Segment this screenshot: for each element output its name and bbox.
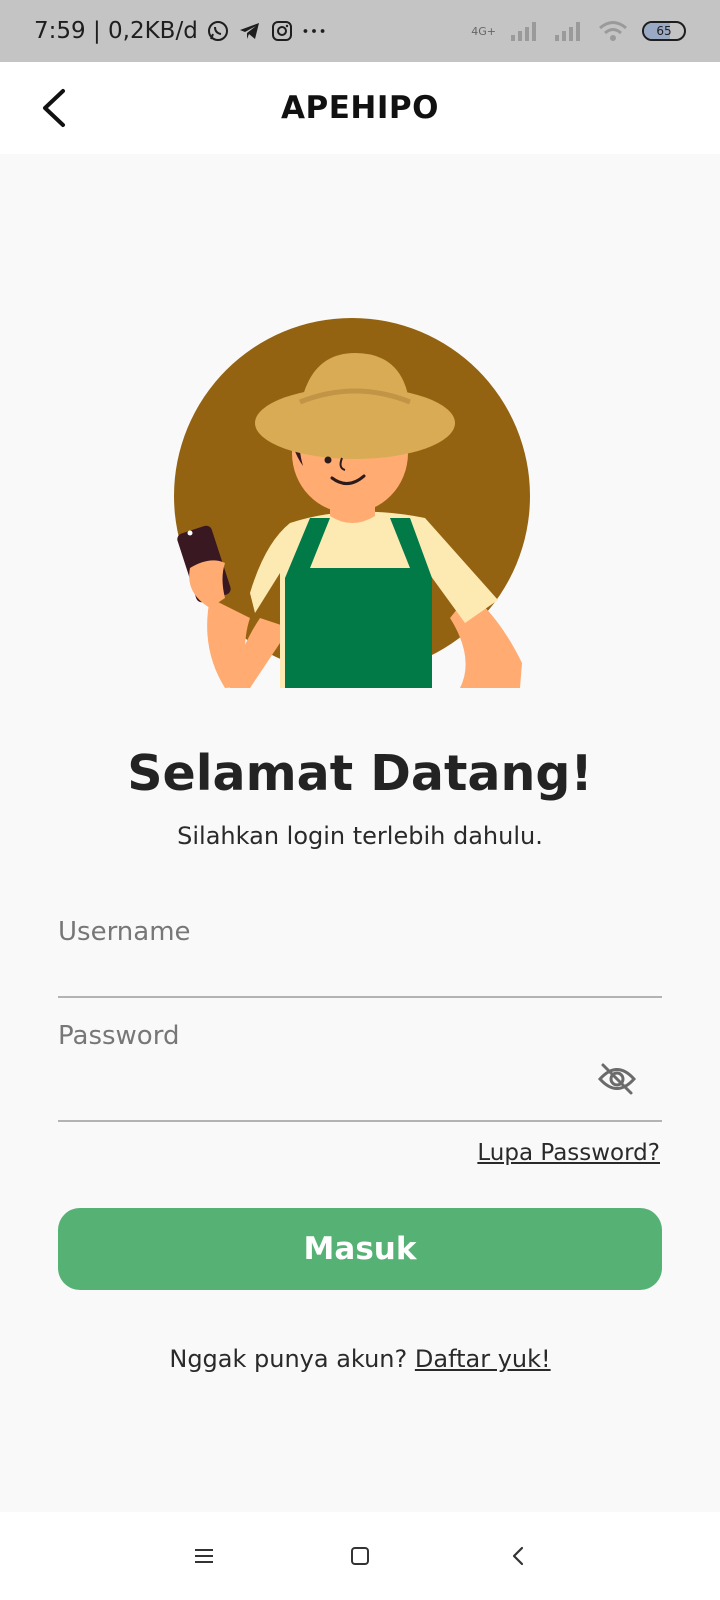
battery-level: 65 bbox=[656, 24, 672, 38]
more-icon bbox=[302, 19, 326, 43]
status-bar: 7:59 | 0,2KB/d 4G+ 65 bbox=[0, 0, 720, 62]
register-link[interactable]: Daftar yuk! bbox=[415, 1345, 551, 1373]
username-field-container bbox=[58, 912, 662, 998]
welcome-subtitle: Silahkan login terlebih dahulu. bbox=[177, 822, 543, 850]
nav-menu-button[interactable] bbox=[184, 1536, 224, 1576]
wifi-icon bbox=[599, 21, 627, 41]
forgot-password-link[interactable]: Lupa Password? bbox=[477, 1140, 660, 1166]
instagram-icon bbox=[270, 19, 294, 43]
app-header: APEHIPO bbox=[0, 62, 720, 154]
username-input[interactable] bbox=[58, 912, 662, 952]
welcome-title: Selamat Datang! bbox=[127, 745, 593, 802]
back-arrow-icon bbox=[43, 89, 65, 127]
signal-2-icon bbox=[555, 22, 580, 41]
network-type: 4G+ bbox=[471, 24, 496, 38]
status-left: 7:59 | 0,2KB/d bbox=[34, 18, 326, 44]
telegram-icon bbox=[238, 19, 262, 43]
farmer-illustration bbox=[170, 318, 550, 702]
home-icon bbox=[351, 1547, 369, 1565]
password-field-container bbox=[58, 1016, 662, 1122]
system-nav-bar bbox=[0, 1512, 720, 1600]
whatsapp-icon bbox=[206, 19, 230, 43]
register-prompt: Nggak punya akun? bbox=[169, 1345, 415, 1373]
back-icon bbox=[512, 1546, 524, 1566]
login-button[interactable]: Masuk bbox=[58, 1208, 662, 1290]
password-visibility-toggle[interactable] bbox=[596, 1058, 638, 1100]
nav-home-button[interactable] bbox=[340, 1536, 380, 1576]
status-time: 7:59 | 0,2KB/d bbox=[34, 18, 198, 44]
menu-icon bbox=[195, 1549, 213, 1563]
battery-indicator: 65 bbox=[642, 21, 686, 41]
eye-off-icon bbox=[597, 1063, 637, 1095]
nav-back-button[interactable] bbox=[498, 1536, 538, 1576]
signal-icon bbox=[511, 22, 536, 41]
status-right: 4G+ 65 bbox=[471, 20, 686, 42]
app-title: APEHIPO bbox=[281, 90, 439, 126]
register-row: Nggak punya akun? Daftar yuk! bbox=[0, 1345, 720, 1373]
password-input[interactable] bbox=[58, 1016, 662, 1056]
back-button[interactable] bbox=[30, 84, 78, 132]
